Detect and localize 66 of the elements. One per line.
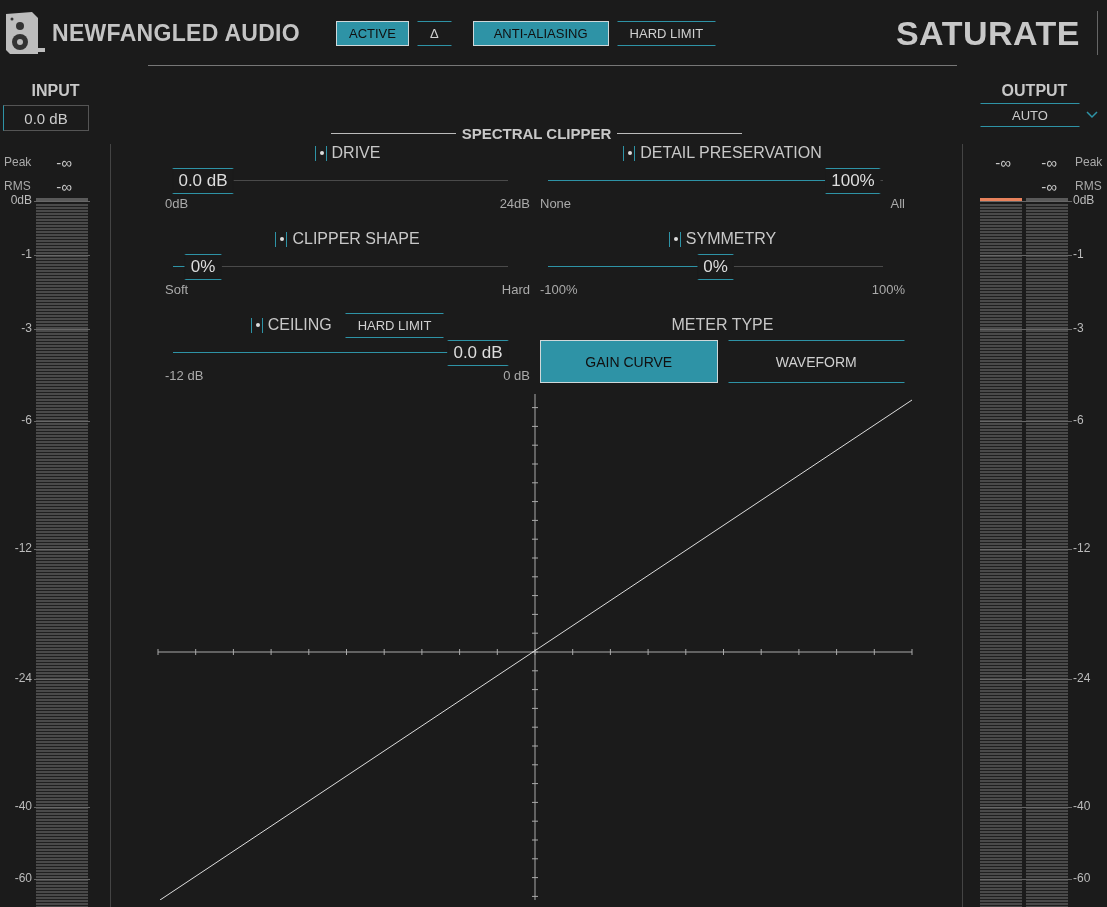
level-readout: -∞	[55, 153, 73, 171]
control-label: SYMMETRY	[685, 230, 777, 248]
level-readout: -∞	[1040, 153, 1058, 171]
readout-label: Peak	[1075, 155, 1103, 169]
scale-label: -40	[1073, 799, 1091, 813]
slider-handle[interactable]: 0%	[184, 254, 222, 280]
range-min-label: None	[540, 196, 572, 211]
toggle-button[interactable]: HARD LIMIT	[616, 20, 717, 46]
toggle-button[interactable]: ANTI-ALIASING	[472, 20, 609, 46]
hard-limit-button[interactable]: HARD LIMIT	[344, 312, 445, 338]
scale-label: -24	[1073, 671, 1091, 685]
product-title: SATURATE	[895, 13, 1080, 53]
bracket-toggle-icon[interactable]	[275, 231, 288, 247]
range-min-label: Soft	[165, 282, 189, 297]
brand-name: NEWFANGLED AUDIO	[52, 19, 300, 47]
chevron-down-icon[interactable]	[1086, 111, 1098, 119]
range-max-label: 100%	[871, 282, 905, 297]
bracket-toggle-icon[interactable]	[668, 231, 681, 247]
control-label: CLIPPER SHAPE	[292, 230, 420, 248]
scale-label: -12	[1073, 541, 1091, 555]
level-readout: -∞	[994, 153, 1012, 171]
scale-label: -1	[21, 247, 32, 261]
output-title: OUTPUT	[1000, 82, 1069, 101]
gain-input-field[interactable]: 0.0 dB	[3, 105, 89, 131]
meter-type-button[interactable]: GAIN CURVE	[540, 340, 718, 383]
toggle-button[interactable]: Δ	[416, 20, 452, 46]
slider-handle[interactable]: 0%	[697, 254, 734, 280]
range-min-label: 0dB	[165, 196, 189, 211]
level-readout: -∞	[1040, 177, 1058, 195]
level-readout: -∞	[55, 177, 73, 195]
scale-label: -12	[14, 541, 32, 555]
toggle-button[interactable]: ACTIVE	[336, 20, 409, 46]
input-title: INPUT	[30, 82, 81, 101]
scale-label: -24	[14, 671, 32, 685]
readout-label: Peak	[4, 155, 33, 169]
control-label: METER TYPE	[671, 316, 774, 334]
bracket-toggle-icon[interactable]	[314, 145, 327, 161]
section-title: SPECTRAL CLIPPER	[461, 124, 612, 142]
scale-label: 0dB	[1073, 193, 1095, 207]
range-max-label: All	[890, 196, 905, 211]
readout-label: RMS	[1075, 179, 1103, 193]
bracket-toggle-icon[interactable]	[623, 145, 636, 161]
control-label: DRIVE	[331, 144, 381, 162]
range-max-label: 24dB	[499, 196, 530, 211]
control-label: DETAIL PRESERVATION	[640, 144, 822, 162]
scale-label: -60	[1073, 871, 1091, 885]
scale-label: -60	[14, 871, 32, 885]
scale-label: 0dB	[10, 193, 32, 207]
scale-label: -3	[21, 321, 32, 335]
range-max-label: Hard	[501, 282, 530, 297]
range-min-label: -100%	[540, 282, 578, 297]
scale-label: -6	[1073, 413, 1084, 427]
slider-handle[interactable]: 100%	[825, 168, 881, 194]
mode-dropdown[interactable]: AUTO	[980, 103, 1080, 127]
scale-label: -3	[1073, 321, 1084, 335]
meter-type-button[interactable]: WAVEFORM	[727, 340, 905, 383]
scale-label: -1	[1073, 247, 1084, 261]
readout-label: RMS	[4, 179, 32, 193]
bracket-toggle-icon[interactable]	[250, 317, 263, 333]
slider-handle[interactable]: 0.0 dB	[172, 168, 234, 194]
range-min-label: -12 dB	[165, 368, 204, 383]
range-max-label: 0 dB	[503, 368, 530, 383]
slider-handle[interactable]: 0.0 dB	[447, 340, 509, 366]
control-label: CEILING	[267, 316, 332, 334]
scale-label: -40	[14, 799, 32, 813]
scale-label: -6	[21, 413, 32, 427]
